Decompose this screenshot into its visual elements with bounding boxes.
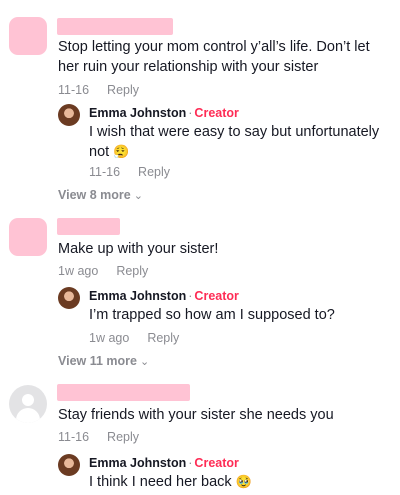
reply-header: Emma Johnston · Creator bbox=[89, 289, 239, 303]
chevron-down-icon: ⌄ bbox=[140, 356, 150, 368]
comment-meta: 11-16 Reply bbox=[58, 430, 139, 444]
creator-avatar[interactable] bbox=[58, 287, 80, 309]
view-more-replies-button[interactable]: View 11 more ⌄ bbox=[58, 354, 149, 368]
reply-header: Emma Johnston · Creator bbox=[89, 106, 239, 120]
avatar-head-shape bbox=[22, 394, 34, 406]
redacted-username[interactable] bbox=[57, 18, 173, 35]
avatar-body-shape bbox=[16, 408, 40, 423]
reply-text: I wish that were easy to say but unfortu… bbox=[89, 122, 389, 162]
separator-dot: · bbox=[188, 456, 193, 470]
reply-meta: 1w ago Reply bbox=[89, 331, 179, 345]
reply-header: Emma Johnston · Creator bbox=[89, 456, 239, 470]
reply-text: I’m trapped so how am I supposed to? bbox=[89, 307, 335, 323]
creator-avatar[interactable] bbox=[58, 454, 80, 476]
reply-author[interactable]: Emma Johnston bbox=[89, 289, 186, 303]
comment-meta: 11-16 Reply bbox=[58, 83, 139, 97]
redacted-username[interactable] bbox=[57, 384, 190, 401]
creator-avatar[interactable] bbox=[58, 104, 80, 126]
comment-text: Make up with your sister! bbox=[58, 241, 219, 257]
view-more-label: View 11 more bbox=[58, 354, 137, 368]
reply-author[interactable]: Emma Johnston bbox=[89, 106, 186, 120]
separator-dot: · bbox=[188, 289, 193, 303]
view-more-replies-button[interactable]: View 8 more ⌄ bbox=[58, 188, 143, 202]
creator-badge: Creator bbox=[194, 289, 239, 303]
commenter-avatar[interactable] bbox=[9, 218, 47, 256]
reply-text-content: I wish that were easy to say but unfortu… bbox=[89, 124, 380, 160]
comment-date: 11-16 bbox=[58, 430, 90, 444]
comment-text: Stop letting your mom control y’all’s li… bbox=[58, 39, 370, 75]
comment-date: 1w ago bbox=[58, 264, 99, 278]
exhale-emoji-icon: 😮‍💨 bbox=[113, 144, 130, 159]
separator-dot: · bbox=[188, 106, 193, 120]
comments-panel: Stop letting your mom control y’all’s li… bbox=[0, 0, 400, 495]
reply-button[interactable]: Reply bbox=[107, 430, 139, 444]
reply-meta: 11-16 Reply bbox=[89, 165, 170, 179]
reply-date: 11-16 bbox=[89, 165, 121, 179]
reply-button[interactable]: Reply bbox=[138, 165, 170, 179]
chevron-down-icon: ⌄ bbox=[133, 190, 143, 202]
creator-badge: Creator bbox=[194, 456, 239, 470]
reply-button[interactable]: Reply bbox=[107, 83, 139, 97]
view-more-label: View 8 more bbox=[58, 188, 131, 202]
reply-author[interactable]: Emma Johnston bbox=[89, 456, 186, 470]
comment-text: Stay friends with your sister she needs … bbox=[58, 407, 334, 423]
reply-button[interactable]: Reply bbox=[116, 264, 148, 278]
reply-text-content: I think I need her back bbox=[89, 474, 232, 490]
reply-button[interactable]: Reply bbox=[147, 331, 179, 345]
commenter-avatar[interactable] bbox=[9, 17, 47, 55]
reply-date: 1w ago bbox=[89, 331, 130, 345]
default-avatar-icon[interactable] bbox=[9, 385, 47, 423]
reply-text: I think I need her back 🥹 bbox=[89, 472, 389, 492]
comment-date: 11-16 bbox=[58, 83, 90, 97]
creator-badge: Creator bbox=[194, 106, 239, 120]
redacted-username[interactable] bbox=[57, 218, 120, 235]
teary-face-emoji-icon: 🥹 bbox=[235, 474, 252, 489]
comment-meta: 1w ago Reply bbox=[58, 264, 148, 278]
